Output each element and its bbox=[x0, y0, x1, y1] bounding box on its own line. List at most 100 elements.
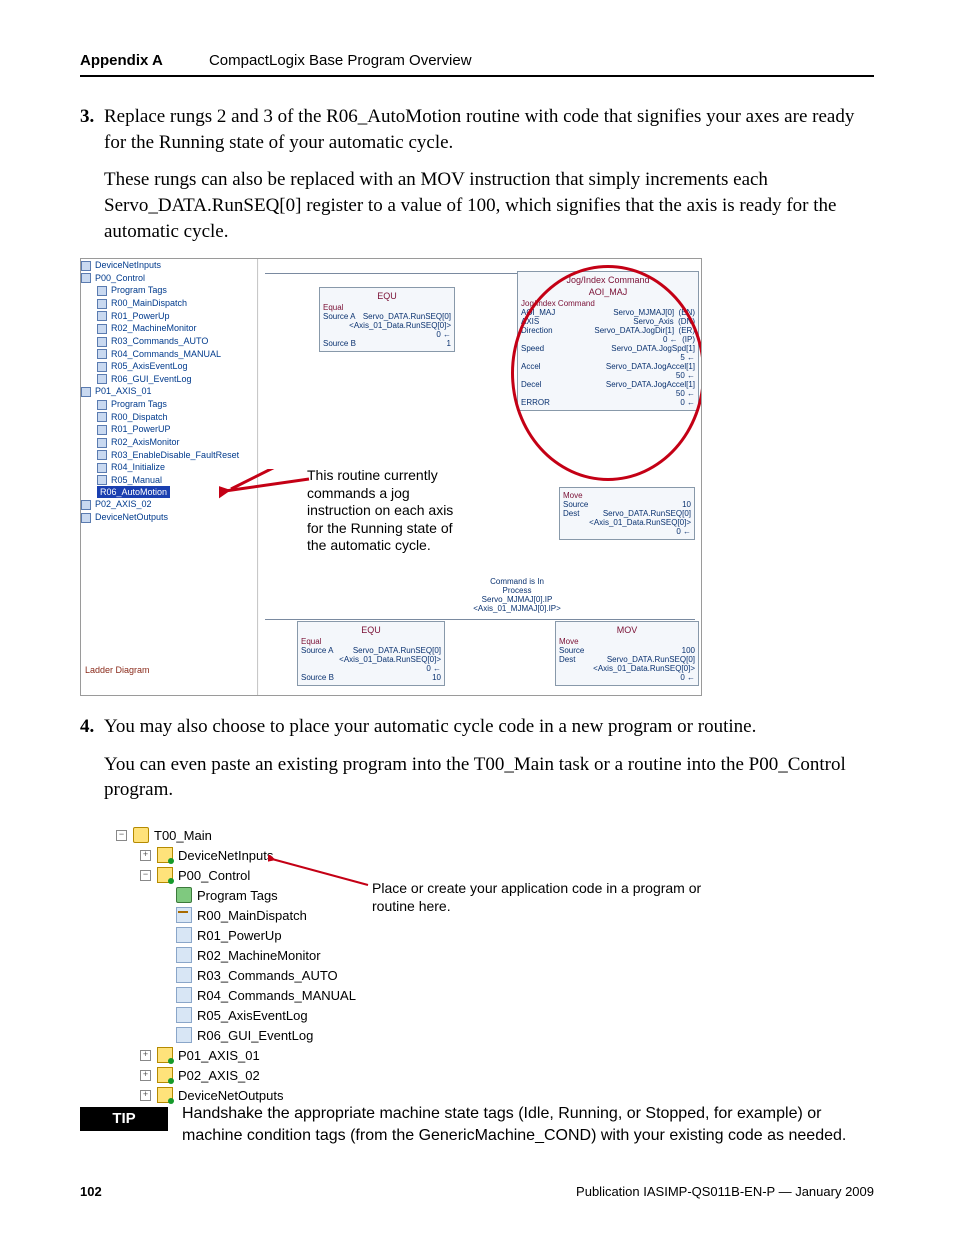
expander-icon[interactable]: + bbox=[140, 1050, 151, 1061]
tree-item[interactable]: R04_Commands_MANUAL bbox=[111, 349, 221, 359]
tree-row[interactable]: + DeviceNetOutputs bbox=[116, 1085, 356, 1105]
appendix-label: Appendix A bbox=[80, 52, 163, 69]
kv-v: 100 bbox=[682, 646, 695, 655]
kv-v: Servo_DATA.RunSEQ[0] bbox=[353, 646, 441, 655]
step-4-number: 4. bbox=[80, 714, 104, 740]
step-4-para: You can even paste an existing program i… bbox=[104, 752, 874, 803]
tree-row[interactable]: R03_Commands_AUTO bbox=[116, 965, 356, 985]
kv-k: Dest bbox=[559, 655, 575, 664]
tree-item[interactable]: R03_EnableDisable_FaultReset bbox=[111, 450, 239, 460]
tree-item-label: R01_PowerUp bbox=[197, 928, 282, 943]
tree-item[interactable]: R03_Commands_AUTO bbox=[111, 336, 208, 346]
block-title: Equal bbox=[301, 637, 441, 646]
routine-icon bbox=[176, 1027, 192, 1043]
tree-item-label: DeviceNetInputs bbox=[178, 848, 273, 863]
kv-k: Source B bbox=[301, 673, 334, 682]
tree-row[interactable]: R05_AxisEventLog bbox=[116, 1005, 356, 1025]
prog-icon bbox=[157, 1047, 173, 1063]
tree-item[interactable]: R02_MachineMonitor bbox=[111, 323, 197, 333]
tree-item-label: R03_Commands_AUTO bbox=[197, 968, 338, 983]
routine-icon bbox=[176, 927, 192, 943]
tree-item[interactable]: Program Tags bbox=[111, 399, 167, 409]
kv-k: Dest bbox=[563, 509, 579, 518]
step-3-text: Replace rungs 2 and 3 of the R06_AutoMot… bbox=[104, 104, 874, 155]
page-number: 102 bbox=[80, 1184, 102, 1199]
prog-icon bbox=[157, 1087, 173, 1103]
inprocess-label: Command is In Process Servo_MJMAJ[0].IP … bbox=[467, 577, 567, 613]
kv-v: Servo_DATA.RunSEQ[0] bbox=[363, 312, 451, 321]
tree-row[interactable]: R02_MachineMonitor bbox=[116, 945, 356, 965]
tree-item[interactable]: R05_AxisEventLog bbox=[111, 361, 188, 371]
tree-item[interactable]: R05_Manual bbox=[111, 475, 162, 485]
tree-item-label: R00_MainDispatch bbox=[197, 908, 307, 923]
expander-icon[interactable]: − bbox=[140, 870, 151, 881]
figure2-annotation: Place or create your application code in… bbox=[372, 879, 716, 915]
tree-item-label: R05_AxisEventLog bbox=[197, 1008, 308, 1023]
tree-item-label: P02_AXIS_02 bbox=[178, 1068, 260, 1083]
kv-v: <Axis_01_Data.RunSEQ[0]> bbox=[589, 518, 691, 527]
tags-icon bbox=[176, 887, 192, 903]
tree2-root[interactable]: T00_Main bbox=[154, 828, 212, 843]
tree-item[interactable]: R01_PowerUp bbox=[111, 311, 170, 321]
kv-v: 0 ← bbox=[436, 330, 451, 339]
routine-icon bbox=[176, 947, 192, 963]
expander-icon[interactable]: − bbox=[116, 830, 127, 841]
callout-text: This routine currently commands a jog in… bbox=[307, 467, 467, 555]
expander-icon[interactable]: + bbox=[140, 850, 151, 861]
header-title: CompactLogix Base Program Overview bbox=[209, 52, 472, 69]
tree-row[interactable]: R00_MainDispatch bbox=[116, 905, 356, 925]
red-circle-annotation bbox=[511, 265, 702, 481]
block-rule-label: EQU bbox=[323, 291, 451, 301]
expander-icon[interactable]: + bbox=[140, 1090, 151, 1101]
tree-row[interactable]: + P02_AXIS_02 bbox=[116, 1065, 356, 1085]
routine-icon bbox=[176, 967, 192, 983]
tree-item-label: P00_Control bbox=[178, 868, 250, 883]
tree-item-selected[interactable]: R06_AutoMotion bbox=[97, 486, 170, 498]
tree-root-a[interactable]: DeviceNetInputs bbox=[95, 260, 161, 270]
tree-item[interactable]: R06_GUI_EventLog bbox=[111, 374, 192, 384]
mainroutine-icon bbox=[176, 907, 192, 923]
step-3-number: 3. bbox=[80, 104, 104, 155]
equ-block-2: EQU Equal Source A Servo_DATA.RunSEQ[0] <… bbox=[297, 621, 445, 686]
kv-k: Source A bbox=[323, 312, 355, 321]
kv-v: Servo_DATA.RunSEQ[0] bbox=[603, 509, 691, 518]
kv-v: <Axis_01_Data.RunSEQ[0]> bbox=[593, 664, 695, 673]
kv-v: 10 bbox=[432, 673, 441, 682]
prog-icon bbox=[157, 847, 173, 863]
move-block-2: MOV Move Source100 DestServo_DATA.RunSEQ… bbox=[555, 621, 699, 686]
tree-row[interactable]: R04_Commands_MANUAL bbox=[116, 985, 356, 1005]
kv-v: 10 bbox=[682, 500, 691, 509]
tree-row[interactable]: +P01_AXIS_01 bbox=[116, 1045, 356, 1065]
tree-row[interactable]: R06_GUI_EventLog bbox=[116, 1025, 356, 1045]
tree-p02[interactable]: P02_AXIS_02 bbox=[95, 499, 152, 509]
routine-icon bbox=[176, 1007, 192, 1023]
tree-item[interactable]: R00_MainDispatch bbox=[111, 298, 187, 308]
tree-item[interactable]: R00_Dispatch bbox=[111, 412, 168, 422]
tree-item[interactable]: Program Tags bbox=[111, 285, 167, 295]
kv-k: Source bbox=[563, 500, 588, 509]
tree-row[interactable]: R01_PowerUp bbox=[116, 925, 356, 945]
block-rule-label: EQU bbox=[301, 625, 441, 635]
kv-v: Servo_DATA.RunSEQ[0] bbox=[607, 655, 695, 664]
tip-badge: TIP bbox=[80, 1107, 168, 1131]
equ-block-1: EQU Equal Source AServo_DATA.RunSEQ[0] <… bbox=[319, 287, 455, 352]
red-arrow-icon bbox=[268, 855, 372, 895]
kv-v: 0 ← bbox=[426, 664, 441, 673]
tree-p01[interactable]: P01_AXIS_01 bbox=[95, 386, 152, 396]
kv-v: <Axis_01_Data.RunSEQ[0]> bbox=[349, 321, 451, 330]
block-title: Move bbox=[563, 491, 691, 500]
tree-root-b[interactable]: P00_Control bbox=[95, 273, 145, 283]
tree-item[interactable]: R01_PowerUP bbox=[111, 424, 171, 434]
tree-root-c[interactable]: DeviceNetOutputs bbox=[95, 512, 168, 522]
tree-item-label: DeviceNetOutputs bbox=[178, 1088, 284, 1103]
expander-icon[interactable]: + bbox=[140, 1070, 151, 1081]
kv-v: <Axis_01_Data.RunSEQ[0]> bbox=[339, 655, 441, 664]
kv-k: Source bbox=[559, 646, 584, 655]
kv-k: Source A bbox=[301, 646, 333, 655]
tree-item-label: R04_Commands_MANUAL bbox=[197, 988, 356, 1003]
kv-v: 0 ← bbox=[676, 527, 691, 536]
tree-item[interactable]: R04_Initialize bbox=[111, 462, 165, 472]
step-4: 4. You may also choose to place your aut… bbox=[80, 714, 874, 740]
tree-item[interactable]: R02_AxisMonitor bbox=[111, 437, 180, 447]
prog-icon bbox=[157, 867, 173, 883]
